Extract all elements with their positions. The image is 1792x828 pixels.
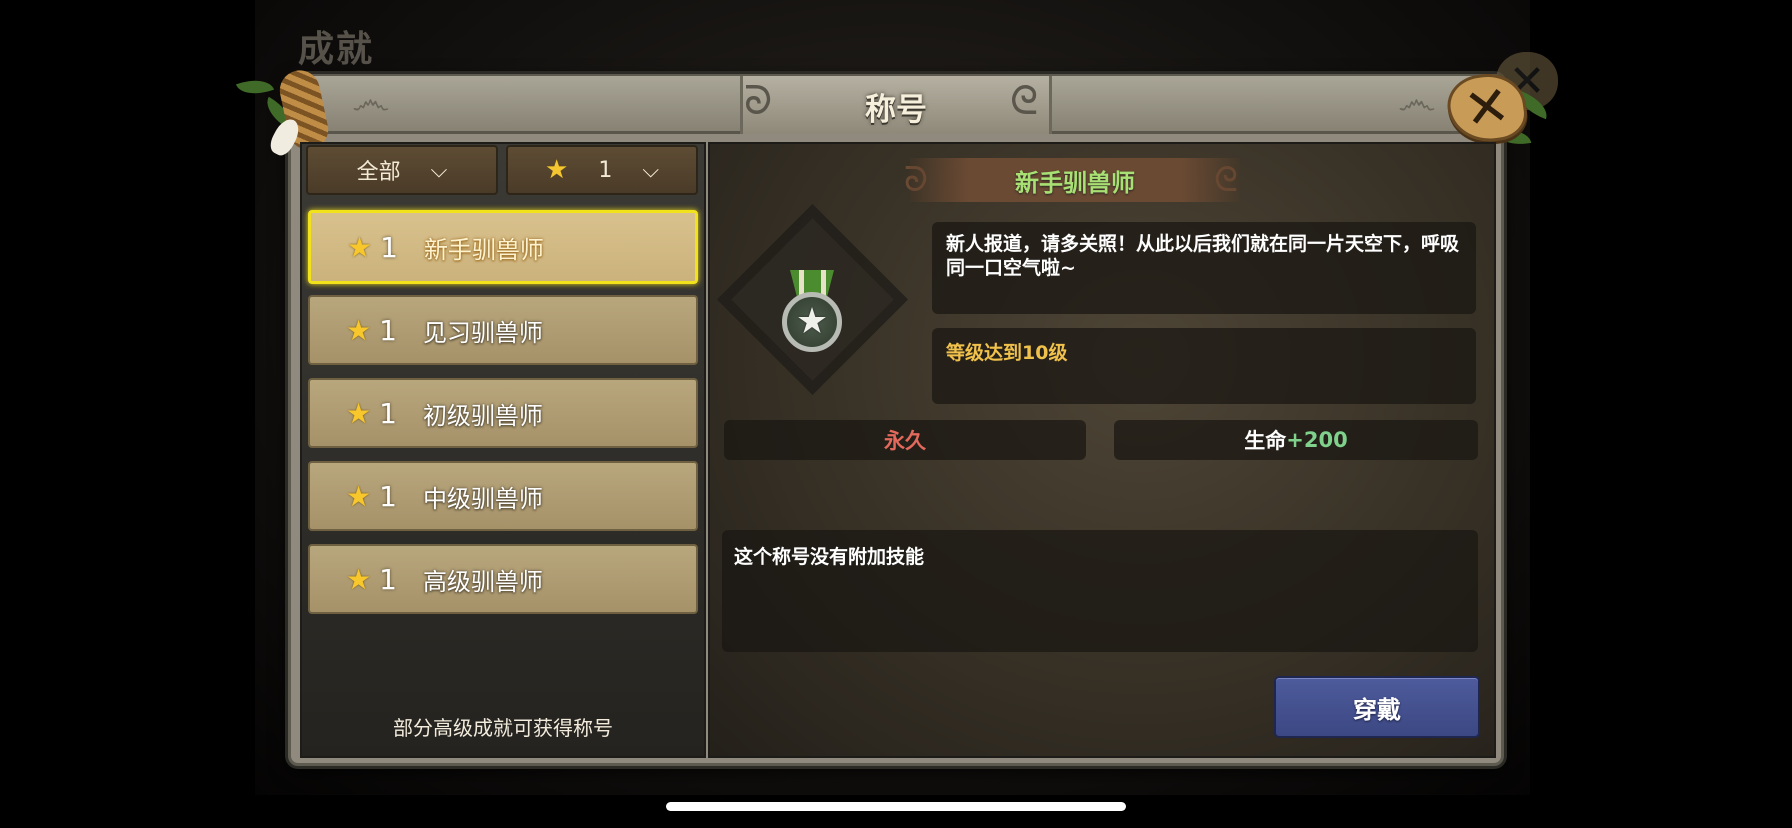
skill-text: 这个称号没有附加技能	[734, 546, 925, 568]
title-star-level: 1	[379, 313, 397, 347]
footer-note: 部分高级成就可获得称号	[393, 716, 613, 740]
star-icon: ★	[347, 230, 373, 264]
star-filter-value: 1	[598, 157, 613, 183]
star-icon: ★	[346, 479, 372, 513]
equip-button[interactable]: 穿戴	[1274, 676, 1480, 738]
title-requirement: 等级达到10级	[946, 342, 1068, 364]
detail-title-ribbon: 新手驯兽师	[910, 158, 1240, 202]
title-duration: 永久	[884, 429, 926, 453]
category-dropdown[interactable]: 全部 ⌵	[306, 145, 498, 195]
star-icon: ★	[346, 562, 372, 596]
background-page-title: 成就	[298, 29, 375, 70]
title-star-level: 1	[379, 479, 397, 513]
home-indicator[interactable]	[666, 802, 1126, 811]
title-name: 见习驯兽师	[422, 318, 543, 347]
close-x-icon: ✕	[1460, 73, 1514, 142]
chevron-down-icon: ⌵	[642, 157, 659, 183]
detail-title: 新手驯兽师	[1015, 168, 1135, 197]
swirl-ornament-icon: ෴	[1398, 78, 1436, 124]
star-medal-icon: ★	[782, 292, 842, 352]
stat-bonus-row: 生命 +200	[1114, 420, 1478, 460]
title-name: 中级驯兽师	[422, 484, 543, 513]
title-star-level: 1	[379, 396, 397, 430]
title-name: 高级驯兽师	[422, 567, 543, 596]
title-star-level: 1	[379, 562, 397, 596]
star-icon: ★	[346, 313, 372, 347]
title-description: 新人报道，请多关照！从此以后我们就在同一片天空下，呼吸同一口空气啦~	[946, 233, 1460, 279]
star-icon: ★	[346, 396, 372, 430]
stat-label: 生命	[1244, 429, 1287, 453]
star-filter-dropdown[interactable]: ★ 1 ⌵	[506, 145, 698, 195]
title-list-item[interactable]: ★ 1 初级驯兽师	[308, 378, 698, 448]
title-list-item[interactable]: ★ 1 高级驯兽师	[308, 544, 698, 614]
title-list-item[interactable]: ★ 1 中级驯兽师	[308, 461, 698, 531]
category-dropdown-label: 全部	[356, 160, 401, 185]
title-list-item[interactable]: ★ 1 见习驯兽师	[308, 295, 698, 365]
swirl-ornament-icon: ෴	[352, 78, 390, 124]
title-list-item-selected[interactable]: ★ 1 新手驯兽师	[308, 210, 698, 284]
chevron-down-icon: ⌵	[430, 157, 448, 183]
title-name: 初级驯兽师	[422, 401, 543, 430]
stat-bonus-value: +200	[1286, 428, 1348, 452]
star-icon: ★	[545, 155, 569, 185]
title-name: 新手驯兽师	[423, 235, 544, 264]
title-star-level: 1	[380, 230, 398, 264]
dialog-title: 称号	[865, 92, 927, 128]
